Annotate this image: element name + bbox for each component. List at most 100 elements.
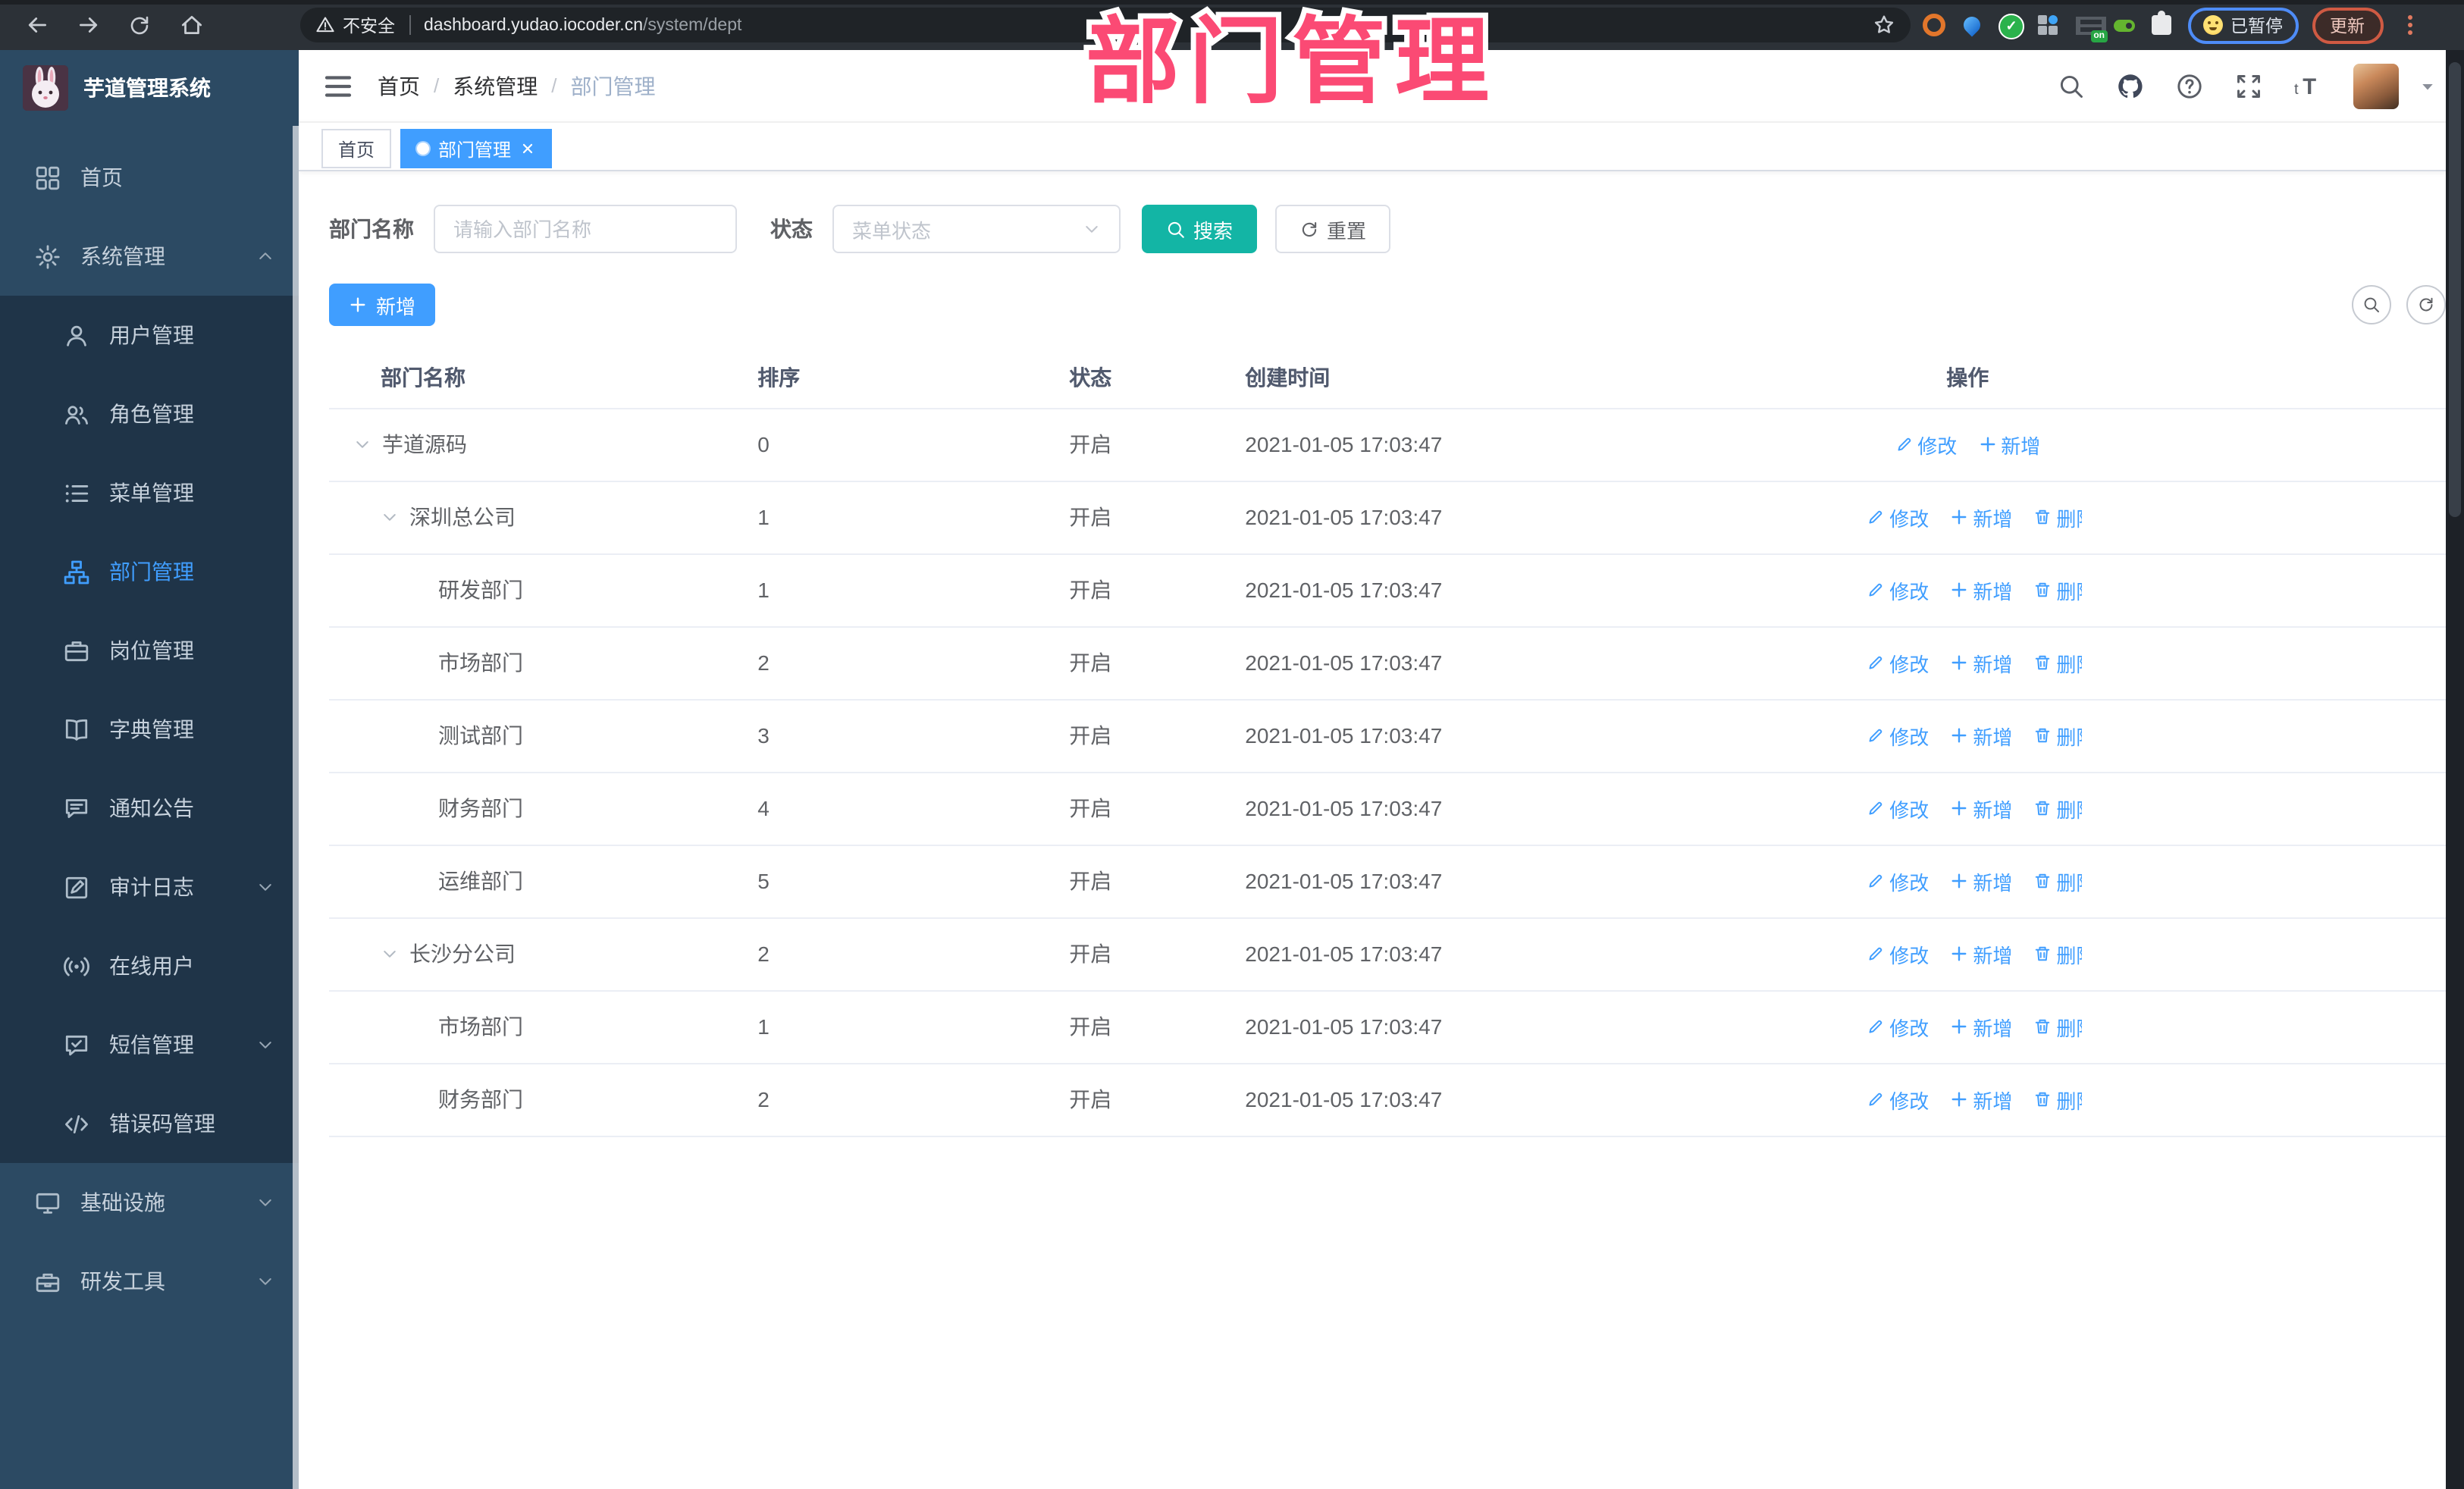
delete-action-link[interactable]: 删除 xyxy=(2033,575,2082,604)
table-row[interactable]: 财务部门 2开启2021-01-05 17:03:47 修改新增删除 xyxy=(329,1063,2449,1136)
edit-action-link[interactable]: 修改 xyxy=(1867,1085,1929,1114)
sidebar-item-通知公告[interactable]: 通知公告 xyxy=(0,769,299,848)
dept-name-input[interactable] xyxy=(434,205,737,253)
add-action-link[interactable]: 新增 xyxy=(1950,648,2012,677)
toggle-search-button[interactable] xyxy=(2352,285,2391,324)
sidebar-item-岗位管理[interactable]: 岗位管理 xyxy=(0,611,299,690)
sidebar-item-短信管理[interactable]: 短信管理 xyxy=(0,1005,299,1084)
delete-action-link[interactable]: 删除 xyxy=(2033,794,2082,823)
edit-action-link[interactable]: 修改 xyxy=(1867,721,1929,750)
browser-home-button[interactable] xyxy=(176,10,206,40)
sidebar-item-在线用户[interactable]: 在线用户 xyxy=(0,926,299,1005)
extension-green-check-icon[interactable]: ✓ xyxy=(1998,13,2024,39)
address-bar[interactable]: 不安全 dashboard.yudao.iocoder.cn/system/de… xyxy=(300,8,1911,42)
table-row[interactable]: 研发部门 1开启2021-01-05 17:03:47 修改新增删除 xyxy=(329,553,2449,627)
sidebar-scrollbar[interactable] xyxy=(293,126,299,1489)
extension-orange-ring-icon[interactable] xyxy=(1923,13,1947,37)
table-row[interactable]: 市场部门 2开启2021-01-05 17:03:47 修改新增删除 xyxy=(329,626,2449,700)
extension-key-icon[interactable] xyxy=(2112,13,2136,37)
edit-action-link[interactable]: 修改 xyxy=(1867,575,1929,604)
search-button[interactable]: 搜索 xyxy=(1142,205,1258,253)
extension-grid-icon[interactable] xyxy=(2036,13,2061,37)
browser-reload-button[interactable] xyxy=(124,10,155,40)
edit-action-link[interactable]: 修改 xyxy=(1867,1012,1929,1041)
sidebar-item-角色管理[interactable]: 角色管理 xyxy=(0,375,299,453)
add-action-link[interactable]: 新增 xyxy=(1950,794,2012,823)
edit-action-link[interactable]: 修改 xyxy=(1867,794,1929,823)
expand-caret-icon[interactable] xyxy=(353,435,371,453)
sidebar-item-字典管理[interactable]: 字典管理 xyxy=(0,690,299,769)
breadcrumb-home[interactable]: 首页 xyxy=(378,71,420,101)
browser-update-button[interactable]: 更新 xyxy=(2312,7,2383,43)
delete-action-link[interactable]: 删除 xyxy=(2033,1085,2082,1114)
sidebar-item-首页[interactable]: 首页 xyxy=(0,138,299,217)
github-icon[interactable] xyxy=(2117,72,2144,99)
status-select[interactable]: 菜单状态 xyxy=(832,205,1121,253)
delete-action-link[interactable]: 删除 xyxy=(2033,939,2082,968)
delete-action-link[interactable]: 删除 xyxy=(2033,503,2082,531)
delete-action-link[interactable]: 删除 xyxy=(2033,1012,2082,1041)
breadcrumb-system[interactable]: 系统管理 xyxy=(453,71,538,101)
user-avatar[interactable] xyxy=(2353,63,2399,108)
expand-caret-icon[interactable] xyxy=(381,508,399,526)
browser-menu-kebab-icon[interactable] xyxy=(2407,15,2412,35)
table-row[interactable]: 深圳总公司 1开启2021-01-05 17:03:47 修改新增删除 xyxy=(329,481,2449,554)
sidebar-item-研发工具[interactable]: 研发工具 xyxy=(0,1242,299,1321)
page-scrollbar[interactable] xyxy=(2446,50,2464,1489)
tab-dept-management[interactable]: 部门管理 xyxy=(400,129,553,168)
add-action-link[interactable]: 新增 xyxy=(1950,721,2012,750)
avatar-caret-down-icon[interactable] xyxy=(2419,77,2437,95)
add-action-link[interactable]: 新增 xyxy=(1950,867,2012,895)
add-action-link[interactable]: 新增 xyxy=(1950,575,2012,604)
edit-action-link[interactable]: 修改 xyxy=(1867,648,1929,677)
header-search-icon[interactable] xyxy=(2058,72,2085,99)
edit-action-link[interactable]: 修改 xyxy=(1867,939,1929,968)
add-action-link[interactable]: 新增 xyxy=(1950,1012,2012,1041)
edit-action-link[interactable]: 修改 xyxy=(1867,503,1929,531)
add-action-link[interactable]: 新增 xyxy=(1950,939,2012,968)
sidebar-item-基础设施[interactable]: 基础设施 xyxy=(0,1163,299,1242)
app-logo[interactable]: 芋道管理系统 xyxy=(0,50,299,126)
security-warning-icon[interactable] xyxy=(315,15,335,35)
browser-back-button[interactable] xyxy=(21,10,52,40)
security-label[interactable]: 不安全 xyxy=(343,13,395,37)
profile-paused-chip[interactable]: 已暂停 xyxy=(2188,7,2298,43)
table-row[interactable]: 芋道源码 0 开启 2021-01-05 17:03:47 修改 新增 xyxy=(329,408,2449,481)
page-url[interactable]: dashboard.yudao.iocoder.cn/system/dept xyxy=(424,16,1873,34)
table-row[interactable]: 长沙分公司 2开启2021-01-05 17:03:47 修改新增删除 xyxy=(329,917,2449,991)
table-row[interactable]: 测试部门 3开启2021-01-05 17:03:47 修改新增删除 xyxy=(329,699,2449,773)
extensions-puzzle-icon[interactable] xyxy=(2150,10,2174,37)
sidebar-item-部门管理[interactable]: 部门管理 xyxy=(0,532,299,611)
add-action-link[interactable]: 新增 xyxy=(1950,503,2012,531)
delete-action-link[interactable]: 删除 xyxy=(2033,721,2082,750)
expand-caret-icon[interactable] xyxy=(381,945,399,963)
delete-action-link[interactable]: 删除 xyxy=(2033,648,2082,677)
sidebar-item-用户管理[interactable]: 用户管理 xyxy=(0,296,299,375)
refresh-table-button[interactable] xyxy=(2406,285,2446,324)
sidebar-item-审计日志[interactable]: 审计日志 xyxy=(0,848,299,926)
edit-action-link[interactable]: 修改 xyxy=(1867,867,1929,895)
browser-forward-button[interactable] xyxy=(73,10,103,40)
sidebar-fold-icon[interactable] xyxy=(323,71,353,101)
fullscreen-icon[interactable] xyxy=(2235,72,2262,99)
extension-blue-drop-icon[interactable] xyxy=(1960,12,1985,37)
help-icon[interactable] xyxy=(2176,72,2203,99)
table-row[interactable]: 运维部门 5开启2021-01-05 17:03:47 修改新增删除 xyxy=(329,845,2449,918)
delete-action-link[interactable]: 删除 xyxy=(2033,867,2082,895)
font-size-icon[interactable]: tT xyxy=(2294,72,2321,99)
table-row[interactable]: 市场部门 1开启2021-01-05 17:03:47 修改新增删除 xyxy=(329,990,2449,1064)
add-action-link[interactable]: 新增 xyxy=(1950,1085,2012,1114)
table-row[interactable]: 财务部门 4开启2021-01-05 17:03:47 修改新增删除 xyxy=(329,772,2449,845)
bookmark-star-icon[interactable] xyxy=(1873,14,1895,36)
edit-action-link[interactable]: 修改 xyxy=(1895,430,1957,459)
extension-on-badge-icon[interactable]: on xyxy=(2074,13,2108,42)
reset-button[interactable]: 重置 xyxy=(1275,205,1391,253)
add-action-link[interactable]: 新增 xyxy=(1978,430,2040,459)
sidebar-item-菜单管理[interactable]: 菜单管理 xyxy=(0,453,299,532)
scrollbar-thumb[interactable] xyxy=(2449,62,2461,517)
sidebar-item-错误码管理[interactable]: 错误码管理 xyxy=(0,1084,299,1163)
tab-close-icon[interactable] xyxy=(520,141,535,156)
sidebar-item-系统管理[interactable]: 系统管理 xyxy=(0,217,299,296)
tab-home[interactable]: 首页 xyxy=(321,129,392,168)
add-button[interactable]: 新增 xyxy=(329,284,436,326)
